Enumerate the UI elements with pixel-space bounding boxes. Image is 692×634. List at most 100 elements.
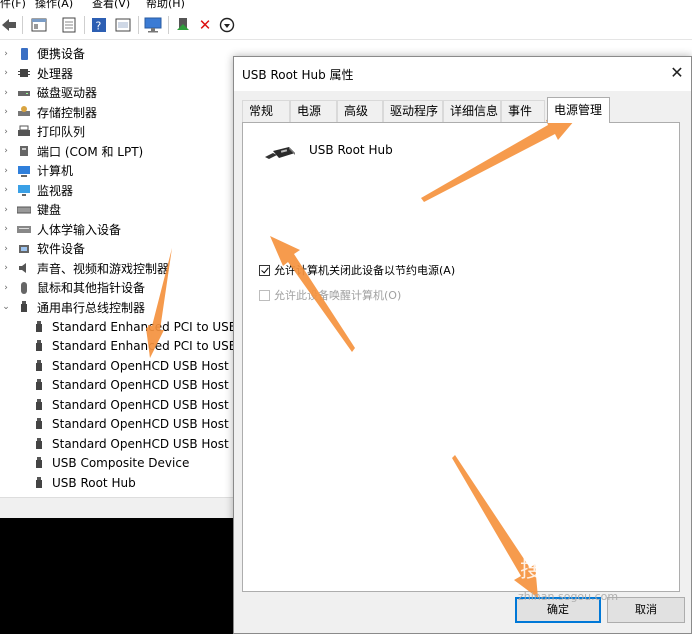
usb-device-item[interactable]: Standard OpenHCD USB Host C	[32, 356, 241, 375]
tree-category-computer[interactable]: › 计算机	[0, 161, 73, 180]
tree-category-label: 磁盘驱动器	[37, 86, 98, 100]
tree-category-hid[interactable]: › 人体学输入设备	[0, 220, 121, 239]
portable-device-icon	[17, 47, 31, 61]
menu-view[interactable]: 查看(V)	[92, 0, 130, 9]
tree-category-label: 键盘	[37, 203, 62, 217]
port-icon	[17, 144, 31, 158]
device-tree: › 便携设备 › 处理器 › 磁盘驱动器 › 存储控制器 › 打印队列 › 端口 (COM 和 LPT…	[0, 44, 241, 494]
usb-device-label: Standard OpenHCD USB Host C	[52, 417, 241, 431]
tree-category-label: 端口 (COM 和 LPT)	[37, 144, 144, 159]
tree-category-storage-controller[interactable]: › 存储控制器	[0, 103, 97, 122]
allow-power-off-checkbox[interactable]	[259, 264, 270, 276]
usb-device-item[interactable]: Standard OpenHCD USB Host C	[32, 415, 241, 434]
scan-icon[interactable]	[114, 16, 132, 34]
back-arrow-icon[interactable]	[0, 16, 18, 34]
expand-chevron-icon[interactable]: ›	[0, 244, 12, 254]
enable-device-icon[interactable]	[174, 16, 192, 34]
expand-chevron-icon[interactable]: ›	[0, 68, 12, 78]
tab-events[interactable]: 事件	[501, 100, 545, 122]
usb-device-item[interactable]: USB Composite Device	[32, 454, 189, 473]
properties-icon[interactable]	[30, 16, 48, 34]
usb-device-icon	[32, 320, 46, 334]
watermark-url: zhinan.sogou.com	[518, 590, 619, 603]
allow-wake-option: 允许此设备唤醒计算机(O)	[259, 287, 401, 303]
help-icon[interactable]: ?	[90, 16, 108, 34]
expand-chevron-icon[interactable]: ›	[0, 263, 12, 273]
tree-category-monitor[interactable]: › 监视器	[0, 181, 73, 200]
expand-chevron-icon[interactable]: ›	[0, 283, 12, 293]
device-name: USB Root Hub	[309, 143, 393, 157]
usb-device-label: Standard Enhanced PCI to USB	[52, 319, 238, 334]
disk-drive-icon	[17, 86, 31, 100]
download-icon[interactable]	[218, 16, 236, 34]
usb-device-item[interactable]: Standard OpenHCD USB Host C	[32, 395, 241, 414]
tree-category-label: 人体学输入设备	[37, 222, 122, 237]
tree-category-sound[interactable]: › 声音、视频和游戏控制器	[0, 259, 169, 278]
tab-power-management[interactable]: 电源管理	[547, 97, 610, 123]
expand-chevron-icon[interactable]: ›	[0, 205, 12, 215]
tab-general[interactable]: 常规	[242, 100, 290, 122]
cancel-button[interactable]: 取消	[607, 597, 685, 623]
tree-category-label: 处理器	[37, 66, 74, 81]
menu-action[interactable]: 操作(A)	[35, 0, 73, 9]
printer-icon	[17, 125, 31, 139]
usb-device-icon	[32, 476, 46, 490]
usb-device-label: USB Root Hub	[52, 475, 136, 490]
tab-advanced[interactable]: 高级	[337, 100, 383, 122]
tree-category-printer[interactable]: › 打印队列	[0, 122, 85, 141]
monitor-icon[interactable]	[144, 16, 162, 34]
expand-chevron-icon[interactable]: ›	[0, 146, 12, 156]
tree-category-portable-device[interactable]: › 便携设备	[0, 44, 85, 63]
watermark-logo: 搜狗指南	[520, 558, 609, 583]
collapse-chevron-icon[interactable]: ⌄	[0, 302, 12, 312]
tree-category-usb[interactable]: ⌄ 通用串行总线控制器	[0, 298, 145, 317]
tab-details[interactable]: 详细信息	[443, 100, 501, 122]
tree-category-label: 存储控制器	[37, 105, 98, 120]
menu-help[interactable]: 帮助(H)	[146, 0, 185, 9]
uninstall-icon[interactable]: ✕	[196, 16, 214, 34]
expand-chevron-icon[interactable]: ›	[0, 107, 12, 117]
dialog-titlebar[interactable]: USB Root Hub 属性 ✕	[234, 57, 691, 91]
usb-device-label: USB Composite Device	[52, 456, 190, 470]
horizontal-scrollbar[interactable]	[0, 497, 240, 518]
storage-controller-icon	[17, 105, 31, 119]
allow-power-off-option[interactable]: 允许计算机关闭此设备以节约电源(A)	[259, 262, 455, 278]
usb-device-item[interactable]: Standard OpenHCD USB Host C	[32, 434, 241, 453]
tree-category-port[interactable]: › 端口 (COM 和 LPT)	[0, 142, 143, 161]
usb-device-item[interactable]: Standard Enhanced PCI to USB	[32, 317, 237, 336]
tree-category-label: 软件设备	[37, 242, 86, 256]
usb-device-label: Standard Enhanced PCI to USB	[52, 339, 238, 353]
usb-device-label: Standard OpenHCD USB Host C	[52, 378, 241, 392]
expand-chevron-icon[interactable]: ›	[0, 49, 12, 59]
tree-category-disk-drive[interactable]: › 磁盘驱动器	[0, 83, 97, 102]
expand-chevron-icon[interactable]: ›	[0, 127, 12, 137]
close-icon[interactable]: ✕	[665, 61, 689, 85]
usb-device-item[interactable]: Standard Enhanced PCI to USB	[32, 337, 237, 356]
usb-device-item[interactable]: Standard OpenHCD USB Host C	[32, 376, 241, 395]
usb-device-icon	[32, 456, 46, 470]
tree-category-mouse[interactable]: › 鼠标和其他指针设备	[0, 278, 145, 297]
tab-power[interactable]: 电源	[290, 100, 337, 122]
expand-chevron-icon[interactable]: ›	[0, 224, 12, 234]
menu-file[interactable]: 件(F)	[0, 0, 26, 9]
update-icon[interactable]	[60, 16, 78, 34]
usb-device-item[interactable]: USB Root Hub	[32, 473, 136, 492]
tree-category-software-device[interactable]: › 软件设备	[0, 239, 85, 258]
usb-device-icon	[32, 417, 46, 431]
tab-driver[interactable]: 驱动程序	[383, 100, 443, 122]
properties-dialog: USB Root Hub 属性 ✕ 常规 电源 高级 驱动程序 详细信息 事件 …	[233, 56, 692, 634]
toolbar: ? ✕	[0, 11, 692, 40]
usb-device-label: Standard OpenHCD USB Host C	[52, 358, 241, 373]
usb-device-icon	[32, 398, 46, 412]
keyboard-icon	[16, 203, 32, 217]
expand-chevron-icon[interactable]: ›	[0, 88, 12, 98]
expand-chevron-icon[interactable]: ›	[0, 185, 12, 195]
tree-category-label: 鼠标和其他指针设备	[37, 281, 146, 295]
tree-category-processor[interactable]: › 处理器	[0, 64, 73, 83]
tree-category-keyboard[interactable]: › 键盘	[0, 200, 61, 219]
tree-category-label: 计算机	[37, 164, 74, 178]
expand-chevron-icon[interactable]: ›	[0, 166, 12, 176]
usb-device-label: Standard OpenHCD USB Host C	[52, 436, 241, 451]
tree-category-label: 通用串行总线控制器	[37, 300, 146, 315]
processor-icon	[17, 66, 31, 80]
